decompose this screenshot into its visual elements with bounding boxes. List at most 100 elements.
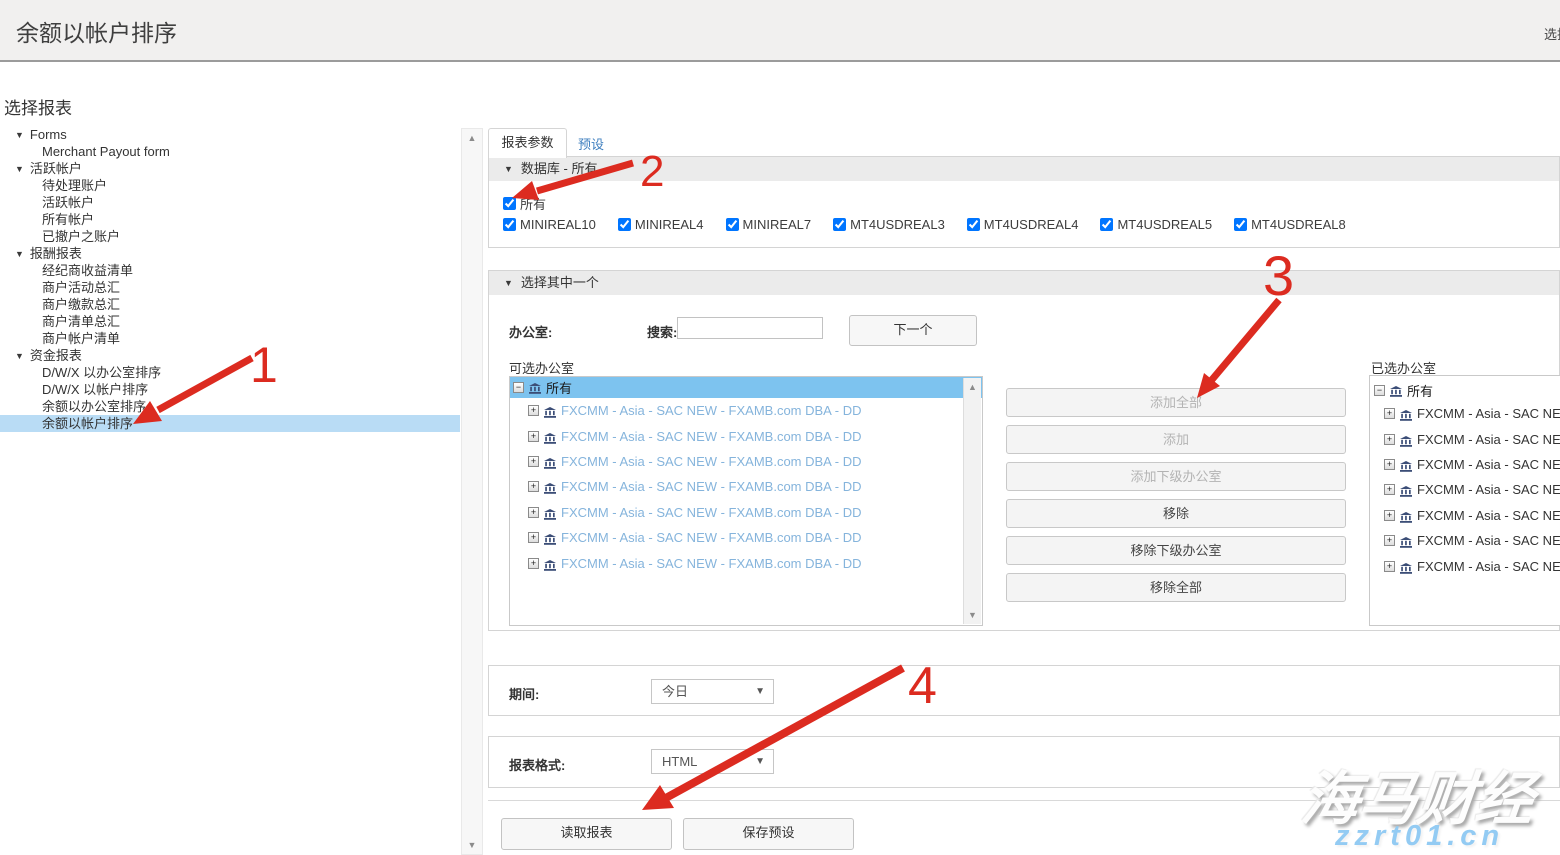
database-checkbox-item[interactable]: MT4USDREAL4 bbox=[967, 217, 1079, 232]
office-link[interactable]: FXCMM - Asia - SAC NEW - FXAMB.com DBA -… bbox=[1417, 406, 1560, 421]
all-databases-checkbox[interactable] bbox=[503, 197, 516, 210]
tree-item[interactable]: ▼商户缴款总汇 bbox=[0, 296, 460, 313]
office-link[interactable]: FXCMM - Asia - SAC NEW - FXAMB.com DBA -… bbox=[561, 454, 861, 469]
office-link[interactable]: FXCMM - Asia - SAC NEW - FXAMB.com DBA -… bbox=[1417, 457, 1560, 472]
expand-box-icon[interactable] bbox=[1384, 561, 1395, 572]
database-checkbox-item[interactable]: MINIREAL7 bbox=[726, 217, 812, 232]
expand-box-icon[interactable] bbox=[1384, 408, 1395, 419]
scroll-up-icon[interactable]: ▲ bbox=[964, 380, 981, 394]
tree-item[interactable]: ▼Merchant Payout form bbox=[0, 143, 460, 160]
database-checkbox[interactable] bbox=[833, 218, 846, 231]
office-link[interactable]: FXCMM - Asia - SAC NEW - FXAMB.com DBA -… bbox=[1417, 559, 1560, 574]
expand-box-icon[interactable] bbox=[1384, 510, 1395, 521]
office-link[interactable]: FXCMM - Asia - SAC NEW - FXAMB.com DBA -… bbox=[561, 479, 861, 494]
database-checkbox[interactable] bbox=[967, 218, 980, 231]
tree-item[interactable]: ▼Forms bbox=[0, 126, 460, 143]
load-report-button[interactable]: 读取报表 bbox=[501, 818, 672, 850]
database-checkbox[interactable] bbox=[503, 218, 516, 231]
tree-item[interactable]: ▼所有帐户 bbox=[0, 211, 460, 228]
collapse-triangle-icon[interactable]: ▼ bbox=[15, 161, 24, 178]
tree-item[interactable]: ▼余额以帐户排序 bbox=[0, 415, 460, 432]
scroll-down-icon[interactable]: ▼ bbox=[462, 838, 482, 852]
tab-report-params[interactable]: 报表参数 bbox=[488, 128, 567, 158]
tree-item[interactable]: ▼商户清单总汇 bbox=[0, 313, 460, 330]
expand-box-icon[interactable] bbox=[528, 456, 539, 467]
office-tree-item[interactable]: FXCMM - Asia - SAC NEW - FXAMB.com DBA -… bbox=[1370, 401, 1560, 426]
tree-item[interactable]: ▼待处理账户 bbox=[0, 177, 460, 194]
tree-item[interactable]: ▼活跃帐户 bbox=[0, 194, 460, 211]
expand-box-icon[interactable] bbox=[528, 405, 539, 416]
database-checkbox[interactable] bbox=[1234, 218, 1247, 231]
database-checkbox[interactable] bbox=[726, 218, 739, 231]
list-scrollbar[interactable]: ▲ ▼ bbox=[963, 378, 981, 624]
save-preset-button[interactable]: 保存预设 bbox=[683, 818, 854, 850]
add-all-button[interactable]: 添加全部 bbox=[1006, 388, 1346, 417]
database-checkbox-item[interactable]: MT4USDREAL8 bbox=[1234, 217, 1346, 232]
period-select[interactable]: 今日▼ bbox=[651, 679, 774, 704]
office-tree-item[interactable]: FXCMM - Asia - SAC NEW - FXAMB.com DBA -… bbox=[510, 423, 982, 448]
collapse-triangle-icon[interactable]: ▼ bbox=[15, 348, 24, 365]
expand-box-icon[interactable] bbox=[1384, 434, 1395, 445]
office-tree-item[interactable]: FXCMM - Asia - SAC NEW - FXAMB.com DBA -… bbox=[510, 500, 982, 525]
available-root-row[interactable]: 所有 bbox=[510, 377, 982, 398]
tree-item[interactable]: ▼余额以办公室排序 bbox=[0, 398, 460, 415]
office-link[interactable]: FXCMM - Asia - SAC NEW - FXAMB.com DBA -… bbox=[561, 429, 861, 444]
office-section-header[interactable]: ▼选择其中一个 bbox=[489, 271, 1559, 295]
collapse-triangle-icon[interactable]: ▼ bbox=[15, 246, 24, 263]
tree-item[interactable]: ▼资金报表 bbox=[0, 347, 460, 364]
tree-item[interactable]: ▼D/W/X 以办公室排序 bbox=[0, 364, 460, 381]
collapse-box-icon[interactable] bbox=[1374, 385, 1385, 396]
database-checkbox-item[interactable]: MINIREAL4 bbox=[618, 217, 704, 232]
office-link[interactable]: FXCMM - Asia - SAC NEW - FXAMB.com DBA -… bbox=[1417, 482, 1560, 497]
database-checkbox-item[interactable]: MINIREAL10 bbox=[503, 217, 596, 232]
expand-box-icon[interactable] bbox=[528, 431, 539, 442]
expand-box-icon[interactable] bbox=[528, 532, 539, 543]
selected-root-row[interactable]: 所有 bbox=[1370, 380, 1560, 401]
expand-box-icon[interactable] bbox=[1384, 535, 1395, 546]
office-tree-item[interactable]: FXCMM - Asia - SAC NEW - FXAMB.com DBA -… bbox=[510, 449, 982, 474]
expand-box-icon[interactable] bbox=[1384, 459, 1395, 470]
office-tree-item[interactable]: FXCMM - Asia - SAC NEW - FXAMB.com DBA -… bbox=[1370, 477, 1560, 502]
all-databases-checkbox-row[interactable]: 所有 bbox=[503, 194, 546, 213]
office-tree-item[interactable]: FXCMM - Asia - SAC NEW - FXAMB.com DBA -… bbox=[1370, 426, 1560, 451]
tree-item[interactable]: ▼已撤户之账户 bbox=[0, 228, 460, 245]
tab-presets[interactable]: 预设 bbox=[578, 134, 604, 153]
next-button[interactable]: 下一个 bbox=[849, 315, 977, 346]
office-tree-item[interactable]: FXCMM - Asia - SAC NEW - FXAMB.com DBA -… bbox=[510, 525, 982, 550]
office-link[interactable]: FXCMM - Asia - SAC NEW - FXAMB.com DBA -… bbox=[561, 403, 861, 418]
search-input[interactable] bbox=[677, 317, 823, 339]
office-link[interactable]: FXCMM - Asia - SAC NEW - FXAMB.com DBA -… bbox=[1417, 432, 1560, 447]
office-link[interactable]: FXCMM - Asia - SAC NEW - FXAMB.com DBA -… bbox=[561, 556, 861, 571]
office-link[interactable]: FXCMM - Asia - SAC NEW - FXAMB.com DBA -… bbox=[561, 530, 861, 545]
office-tree-item[interactable]: FXCMM - Asia - SAC NEW - FXAMB.com DBA -… bbox=[1370, 503, 1560, 528]
remove-sub-offices-button[interactable]: 移除下级办公室 bbox=[1006, 536, 1346, 565]
format-select[interactable]: HTML▼ bbox=[651, 749, 774, 774]
tree-item[interactable]: ▼D/W/X 以帐户排序 bbox=[0, 381, 460, 398]
add-sub-offices-button[interactable]: 添加下级办公室 bbox=[1006, 462, 1346, 491]
office-tree-item[interactable]: FXCMM - Asia - SAC NEW - FXAMB.com DBA -… bbox=[1370, 452, 1560, 477]
expand-box-icon[interactable] bbox=[528, 507, 539, 518]
scroll-down-icon[interactable]: ▼ bbox=[964, 608, 981, 622]
collapse-box-icon[interactable] bbox=[513, 382, 524, 393]
remove-button[interactable]: 移除 bbox=[1006, 499, 1346, 528]
scroll-up-icon[interactable]: ▲ bbox=[462, 131, 482, 145]
office-tree-item[interactable]: FXCMM - Asia - SAC NEW - FXAMB.com DBA -… bbox=[1370, 553, 1560, 578]
tree-scrollbar[interactable]: ▲ ▼ bbox=[461, 128, 483, 855]
database-checkbox[interactable] bbox=[1100, 218, 1113, 231]
tree-item[interactable]: ▼报酬报表 bbox=[0, 245, 460, 262]
expand-box-icon[interactable] bbox=[1384, 484, 1395, 495]
office-tree-item[interactable]: FXCMM - Asia - SAC NEW - FXAMB.com DBA -… bbox=[510, 398, 982, 423]
office-link[interactable]: FXCMM - Asia - SAC NEW - FXAMB.com DBA -… bbox=[561, 505, 861, 520]
office-link[interactable]: FXCMM - Asia - SAC NEW - FXAMB.com DBA -… bbox=[1417, 508, 1560, 523]
expand-box-icon[interactable] bbox=[528, 481, 539, 492]
tree-item[interactable]: ▼商户帐户清单 bbox=[0, 330, 460, 347]
office-tree-item[interactable]: FXCMM - Asia - SAC NEW - FXAMB.com DBA -… bbox=[1370, 528, 1560, 553]
office-link[interactable]: FXCMM - Asia - SAC NEW - FXAMB.com DBA -… bbox=[1417, 533, 1560, 548]
office-tree-item[interactable]: FXCMM - Asia - SAC NEW - FXAMB.com DBA -… bbox=[510, 474, 982, 499]
add-button[interactable]: 添加 bbox=[1006, 425, 1346, 454]
tree-item[interactable]: ▼经纪商收益清单 bbox=[0, 262, 460, 279]
database-checkbox-item[interactable]: MT4USDREAL5 bbox=[1100, 217, 1212, 232]
tree-item[interactable]: ▼活跃帐户 bbox=[0, 160, 460, 177]
office-tree-item[interactable]: FXCMM - Asia - SAC NEW - FXAMB.com DBA -… bbox=[510, 550, 982, 575]
database-checkbox[interactable] bbox=[618, 218, 631, 231]
